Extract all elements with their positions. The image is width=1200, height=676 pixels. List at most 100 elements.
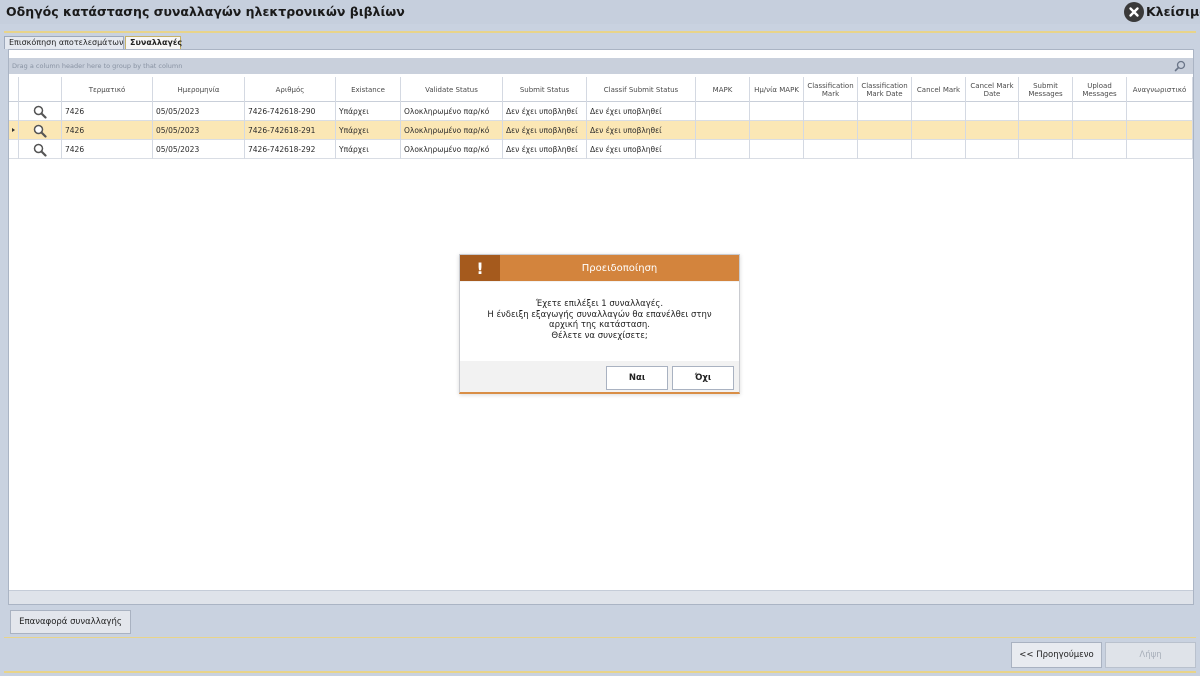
group-hint: Drag a column header here to group by th…	[12, 62, 183, 70]
cell-empty	[1127, 102, 1193, 121]
cell-empty	[696, 102, 750, 121]
cell-empty	[1073, 140, 1127, 159]
cell-empty	[1073, 121, 1127, 140]
cell-empty	[1127, 121, 1193, 140]
cell-empty	[858, 140, 912, 159]
cell-submit-status: Δεν έχει υποβληθεί	[503, 121, 587, 140]
header-mark-date[interactable]: Ημ/νία MAPK	[750, 77, 804, 102]
cell-classif-status: Δεν έχει υποβληθεί	[587, 102, 696, 121]
header-cancel-mark-date[interactable]: Cancel Mark Date	[966, 77, 1019, 102]
tab-transactions[interactable]: Συναλλαγές	[125, 36, 182, 50]
header-existance[interactable]: Existance	[336, 77, 401, 102]
window-title: Οδηγός κατάστασης συναλλαγών ηλεκτρονικώ…	[6, 4, 405, 19]
table-row[interactable]: 7426 05/05/2023 7426-742618-290 Υπάρχει …	[9, 102, 1193, 121]
header-cancel-mark[interactable]: Cancel Mark	[912, 77, 966, 102]
header-upload-messages[interactable]: Upload Messages	[1073, 77, 1127, 102]
cell-terminal: 7426	[62, 121, 153, 140]
cell-submit-status: Δεν έχει υποβληθεί	[503, 140, 587, 159]
header-validate-status[interactable]: Validate Status	[401, 77, 503, 102]
cell-classif-status: Δεν έχει υποβληθεί	[587, 121, 696, 140]
cell-empty	[750, 121, 804, 140]
cell-empty	[966, 102, 1019, 121]
close-label: Κλείσιμο	[1146, 4, 1200, 19]
cell-empty	[804, 121, 858, 140]
header-classification-mark-date[interactable]: Classification Mark Date	[858, 77, 912, 102]
header-submit-status[interactable]: Submit Status	[503, 77, 587, 102]
cell-empty	[858, 121, 912, 140]
cell-existance: Υπάρχει	[336, 140, 401, 159]
cell-validate-status: Ολοκληρωμένο παρ/κό	[401, 140, 503, 159]
close-button[interactable]: Κλείσιμο	[1124, 1, 1200, 22]
dialog-message-line: Θέλετε να συνεχίσετε;	[551, 330, 648, 341]
header-mark[interactable]: MAPK	[696, 77, 750, 102]
header-identifier[interactable]: Αναγνωριστικό	[1127, 77, 1193, 102]
cell-number: 7426-742618-291	[245, 121, 336, 140]
header-indicator	[9, 77, 19, 102]
view-button[interactable]	[19, 121, 62, 140]
cell-empty	[966, 140, 1019, 159]
header-date[interactable]: Ημερομηνία	[153, 77, 245, 102]
dialog-title: Προειδοποίηση	[581, 262, 658, 274]
cell-number: 7426-742618-292	[245, 140, 336, 159]
dialog-header: ! Προειδοποίηση	[460, 255, 739, 281]
tab-results-overview[interactable]: Επισκόπηση αποτελεσμάτων	[4, 36, 124, 49]
cell-terminal: 7426	[62, 140, 153, 159]
cell-empty	[1073, 102, 1127, 121]
row-indicator	[9, 140, 19, 159]
cell-date: 05/05/2023	[153, 102, 245, 121]
cell-empty	[804, 102, 858, 121]
view-button[interactable]	[19, 140, 62, 159]
search-icon[interactable]	[1174, 60, 1186, 74]
previous-button[interactable]: << Προηγούμενο	[1011, 642, 1102, 668]
accent-line	[4, 671, 1196, 673]
warning-dialog: ! Προειδοποίηση Έχετε επιλέξει 1 συναλλα…	[459, 254, 740, 394]
view-button[interactable]	[19, 102, 62, 121]
download-button[interactable]: Λήψη	[1105, 642, 1196, 668]
table-row[interactable]: 7426 05/05/2023 7426-742618-292 Υπάρχει …	[9, 140, 1193, 159]
cell-empty	[1019, 102, 1073, 121]
cell-empty	[912, 140, 966, 159]
dialog-message: Έχετε επιλέξει 1 συναλλαγές. Η ένδειξη ε…	[460, 299, 739, 341]
cell-empty	[858, 102, 912, 121]
cell-existance: Υπάρχει	[336, 121, 401, 140]
cell-empty	[696, 140, 750, 159]
dialog-message-line: Η ένδειξη εξαγωγής συναλλαγών θα επανέλθ…	[487, 309, 712, 320]
header-classification-mark[interactable]: Classification Mark	[804, 77, 858, 102]
cell-date: 05/05/2023	[153, 121, 245, 140]
close-icon	[1124, 1, 1144, 22]
yes-button[interactable]: Ναι	[606, 366, 668, 390]
cell-existance: Υπάρχει	[336, 102, 401, 121]
cell-empty	[1127, 140, 1193, 159]
group-panel[interactable]: Drag a column header here to group by th…	[9, 58, 1193, 74]
row-indicator	[9, 121, 19, 140]
cell-empty	[804, 140, 858, 159]
title-bar: Οδηγός κατάστασης συναλλαγών ηλεκτρονικώ…	[0, 0, 1200, 24]
cell-empty	[696, 121, 750, 140]
header-classif-submit-status[interactable]: Classif Submit Status	[587, 77, 696, 102]
magnifier-icon	[33, 143, 47, 157]
dialog-message-line: Έχετε επιλέξει 1 συναλλαγές.	[535, 299, 664, 309]
magnifier-icon	[33, 105, 47, 119]
cell-validate-status: Ολοκληρωμένο παρ/κό	[401, 121, 503, 140]
dialog-body: Έχετε επιλέξει 1 συναλλαγές. Η ένδειξη ε…	[460, 282, 739, 361]
cell-empty	[912, 121, 966, 140]
cell-empty	[1019, 121, 1073, 140]
header-number[interactable]: Αριθμός	[245, 77, 336, 102]
table-row-selected[interactable]: 7426 05/05/2023 7426-742618-291 Υπάρχει …	[9, 121, 1193, 140]
current-row-marker-icon	[12, 128, 15, 132]
horizontal-scrollbar[interactable]	[9, 590, 1193, 604]
no-button[interactable]: Όχι	[672, 366, 734, 390]
header-terminal[interactable]: Τερματικό	[62, 77, 153, 102]
cell-classif-status: Δεν έχει υποβληθεί	[587, 140, 696, 159]
grid-header: Τερματικό Ημερομηνία Αριθμός Existance V…	[9, 77, 1193, 102]
row-indicator	[9, 102, 19, 121]
cell-terminal: 7426	[62, 102, 153, 121]
header-submit-messages[interactable]: Submit Messages	[1019, 77, 1073, 102]
cell-empty	[750, 140, 804, 159]
cell-empty	[750, 102, 804, 121]
cell-number: 7426-742618-290	[245, 102, 336, 121]
header-view	[19, 77, 62, 102]
cell-validate-status: Ολοκληρωμένο παρ/κό	[401, 102, 503, 121]
cell-empty	[1019, 140, 1073, 159]
restore-transaction-button[interactable]: Επαναφορά συναλλαγής	[10, 610, 131, 634]
